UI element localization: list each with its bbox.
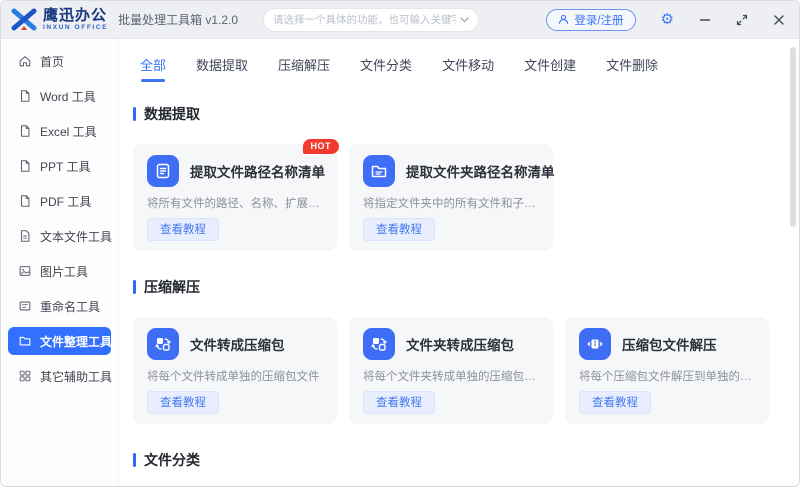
brand-name: 鹰迅办公 <box>43 8 108 23</box>
view-tutorial-button[interactable]: 查看教程 <box>147 218 219 241</box>
tab-file-classify[interactable]: 文件分类 <box>360 55 412 82</box>
login-register-button[interactable]: 登录/注册 <box>546 9 635 31</box>
hot-badge: HOT <box>303 139 340 154</box>
view-tutorial-button[interactable]: 查看教程 <box>363 391 435 414</box>
app-window: 鹰迅办公 INXUN OFFICE 批量处理工具箱 v1.2.0 登录/注册 ⚙ <box>0 0 800 487</box>
sidebar-item-label: Word 工具 <box>40 88 96 105</box>
scrollbar-thumb[interactable] <box>790 47 796 227</box>
close-button[interactable] <box>773 14 785 26</box>
section-accent-bar <box>133 107 136 121</box>
card-folder-to-zip[interactable]: 文件夹转成压缩包 将每个文件夹转成单独的压缩包文件 查看教程 <box>349 317 553 424</box>
sidebar-item-home[interactable]: 首页 <box>8 47 111 75</box>
card-description: 将每个文件转成单独的压缩包文件 <box>147 368 323 384</box>
section-data-extract: 数据提取 HOT 提取文件路径名称清单 将所有文件的路径、名称、扩展名等基本 <box>133 104 759 251</box>
user-icon <box>558 14 569 25</box>
card-unzip-files[interactable]: 压缩包文件解压 将每个压缩包文件解压到单独的文件夹中 查看教程 <box>565 317 769 424</box>
pdf-file-icon <box>18 194 32 208</box>
word-file-icon <box>18 89 32 103</box>
sidebar-item-pdf-tools[interactable]: PDF 工具 <box>8 187 111 215</box>
sidebar-item-excel-tools[interactable]: Excel 工具 <box>8 117 111 145</box>
card-description: 将每个文件夹转成单独的压缩包文件 <box>363 368 539 384</box>
sidebar: 首页 Word 工具 Excel 工具 PPT 工具 <box>1 39 119 486</box>
brand-x-icon <box>11 7 37 33</box>
section-file-classify: 文件分类 按扩展名分类 <box>133 450 759 487</box>
unzip-icon <box>579 328 611 360</box>
maximize-button[interactable] <box>736 14 748 26</box>
view-tutorial-button[interactable]: 查看教程 <box>363 218 435 241</box>
ppt-file-icon <box>18 159 32 173</box>
view-tutorial-button[interactable]: 查看教程 <box>579 391 651 414</box>
brand-subname: INXUN OFFICE <box>43 25 108 32</box>
text-file-icon <box>18 229 32 243</box>
settings-gear-icon[interactable]: ⚙ <box>661 12 674 27</box>
tab-file-move[interactable]: 文件移动 <box>442 55 494 82</box>
section-title: 数据提取 <box>144 104 200 124</box>
card-title: 提取文件路径名称清单 <box>190 161 325 181</box>
rename-icon <box>18 299 32 313</box>
card-description: 将每个压缩包文件解压到单独的文件夹中 <box>579 368 755 384</box>
app-title: 批量处理工具箱 v1.2.0 <box>118 11 238 28</box>
section-accent-bar <box>133 453 136 467</box>
section-title: 文件分类 <box>144 450 200 470</box>
card-file-to-zip[interactable]: 文件转成压缩包 将每个文件转成单独的压缩包文件 查看教程 <box>133 317 337 424</box>
top-bar: 鹰迅办公 INXUN OFFICE 批量处理工具箱 v1.2.0 登录/注册 ⚙ <box>1 1 799 39</box>
card-title: 提取文件夹路径名称清单 <box>406 161 555 181</box>
sidebar-item-word-tools[interactable]: Word 工具 <box>8 82 111 110</box>
file-list-icon <box>147 155 179 187</box>
function-search-box[interactable] <box>263 8 479 32</box>
sidebar-item-label: 重命名工具 <box>40 298 100 315</box>
excel-file-icon <box>18 124 32 138</box>
tab-file-create[interactable]: 文件创建 <box>524 55 576 82</box>
home-icon <box>18 54 32 68</box>
sidebar-item-label: PDF 工具 <box>40 193 91 210</box>
sidebar-item-file-organize-tools[interactable]: 文件整理工具 <box>8 327 111 355</box>
sidebar-item-image-tools[interactable]: 图片工具 <box>8 257 111 285</box>
category-tabs: 全部 数据提取 压缩解压 文件分类 文件移动 文件创建 文件删除 <box>119 39 799 92</box>
card-description: 将指定文件夹中的所有文件和子文件夹的... <box>363 195 539 211</box>
section-title: 压缩解压 <box>144 277 200 297</box>
file-to-zip-icon <box>147 328 179 360</box>
grid-icon <box>18 369 32 383</box>
section-accent-bar <box>133 280 136 294</box>
tab-file-delete[interactable]: 文件删除 <box>606 55 658 82</box>
sidebar-item-label: 文本文件工具 <box>40 228 112 245</box>
tab-data-extract[interactable]: 数据提取 <box>196 55 248 82</box>
sidebar-item-label: 图片工具 <box>40 263 88 280</box>
image-icon <box>18 264 32 278</box>
section-compress: 压缩解压 文件转成压缩包 将每个文件转成单独的压缩包文件 查看教程 <box>133 277 759 424</box>
card-extract-folder-path-list[interactable]: 提取文件夹路径名称清单 将指定文件夹中的所有文件和子文件夹的... 查看教程 <box>349 144 553 251</box>
sidebar-item-rename-tools[interactable]: 重命名工具 <box>8 292 111 320</box>
sidebar-item-label: PPT 工具 <box>40 158 90 175</box>
brand-logo: 鹰迅办公 INXUN OFFICE <box>11 7 108 33</box>
card-extract-file-path-list[interactable]: HOT 提取文件路径名称清单 将所有文件的路径、名称、扩展名等基本... 查看教… <box>133 144 337 251</box>
sidebar-item-label: 首页 <box>40 53 64 70</box>
card-title: 压缩包文件解压 <box>622 334 717 354</box>
folder-list-icon <box>363 155 395 187</box>
sidebar-item-other-tools[interactable]: 其它辅助工具 <box>8 362 111 390</box>
minimize-button[interactable] <box>699 14 711 26</box>
sidebar-item-text-file-tools[interactable]: 文本文件工具 <box>8 222 111 250</box>
sidebar-item-label: 其它辅助工具 <box>40 368 112 385</box>
tab-compress[interactable]: 压缩解压 <box>278 55 330 82</box>
sidebar-item-label: Excel 工具 <box>40 123 97 140</box>
sidebar-item-label: 文件整理工具 <box>40 333 112 350</box>
folder-icon <box>18 334 32 348</box>
view-tutorial-button[interactable]: 查看教程 <box>147 391 219 414</box>
card-title: 文件转成压缩包 <box>190 334 285 354</box>
sidebar-item-ppt-tools[interactable]: PPT 工具 <box>8 152 111 180</box>
search-input[interactable] <box>273 14 456 26</box>
main-content: 全部 数据提取 压缩解压 文件分类 文件移动 文件创建 文件删除 数据提取 <box>119 39 799 486</box>
card-description: 将所有文件的路径、名称、扩展名等基本... <box>147 195 323 211</box>
card-title: 文件夹转成压缩包 <box>406 334 514 354</box>
tab-all[interactable]: 全部 <box>140 55 166 82</box>
login-label: 登录/注册 <box>574 12 623 28</box>
folder-to-zip-icon <box>363 328 395 360</box>
chevron-down-icon[interactable] <box>460 17 469 23</box>
